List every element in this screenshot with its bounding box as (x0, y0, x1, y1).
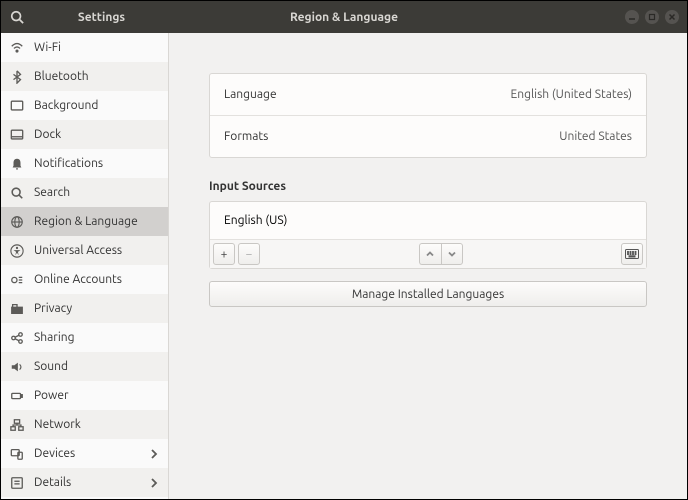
chevron-up-icon (425, 249, 435, 259)
bluetooth-icon (10, 70, 24, 84)
language-label: Language (224, 88, 277, 101)
input-source-label: English (US) (224, 214, 287, 227)
sidebar-item-notifications[interactable]: Notifications (1, 149, 168, 178)
close-button[interactable] (665, 10, 679, 24)
sidebar-item-label: Devices (34, 447, 139, 460)
titlebar: Settings Region & Language (1, 1, 687, 33)
keyboard-icon (625, 249, 639, 259)
manage-languages-button[interactable]: Manage Installed Languages (209, 281, 647, 307)
chevron-right-icon (149, 478, 159, 488)
formats-label: Formats (224, 130, 268, 143)
sidebar-item-label: Background (34, 99, 159, 112)
network-icon (10, 418, 24, 432)
globe-icon (10, 215, 24, 229)
dock-icon (10, 128, 24, 142)
sidebar-item-label: Search (34, 186, 159, 199)
sound-icon (10, 360, 24, 374)
sidebar-item-search[interactable]: Search (1, 178, 168, 207)
sidebar-item-universal-access[interactable]: Universal Access (1, 236, 168, 265)
power-icon (10, 389, 24, 403)
minus-icon: − (246, 248, 253, 261)
sidebar-item-label: Bluetooth (34, 70, 159, 83)
bell-icon (10, 157, 24, 171)
sidebar-item-label: Sound (34, 360, 159, 373)
language-value: English (United States) (511, 88, 632, 101)
chevron-right-icon (149, 449, 159, 459)
sidebar-item-bluetooth[interactable]: Bluetooth (1, 62, 168, 91)
chevron-down-icon (447, 249, 457, 259)
content: Language English (United States) Formats… (169, 33, 687, 499)
sidebar-item-label: Dock (34, 128, 159, 141)
search-icon (10, 186, 24, 200)
main: Wi-Fi Bluetooth Background Dock Notifica… (1, 33, 687, 499)
search-button[interactable] (1, 10, 33, 24)
sidebar-item-online-accounts[interactable]: Online Accounts (1, 265, 168, 294)
reorder-buttons (419, 243, 463, 265)
maximize-button[interactable] (645, 10, 659, 24)
input-source-item[interactable]: English (US) (210, 202, 646, 239)
accessibility-icon (10, 244, 24, 258)
input-sources-list: English (US) + − (209, 201, 647, 269)
sidebar-item-label: Power (34, 389, 159, 402)
settings-title: Settings (34, 11, 169, 24)
details-icon (10, 476, 24, 490)
window-controls (625, 10, 679, 24)
formats-value: United States (559, 130, 632, 143)
plus-icon: + (221, 248, 228, 261)
sidebar-item-label: Privacy (34, 302, 159, 315)
titlebar-left: Settings (1, 10, 169, 24)
sidebar-item-power[interactable]: Power (1, 381, 168, 410)
language-formats-card: Language English (United States) Formats… (209, 73, 647, 158)
sidebar-item-sharing[interactable]: Sharing (1, 323, 168, 352)
share-icon (10, 331, 24, 345)
manage-languages-label: Manage Installed Languages (352, 288, 504, 301)
sidebar-item-label: Wi-Fi (34, 41, 159, 54)
sidebar-item-label: Universal Access (34, 244, 159, 257)
privacy-icon (10, 302, 24, 316)
search-icon (10, 10, 24, 24)
online-accounts-icon (10, 273, 24, 287)
formats-row[interactable]: Formats United States (210, 115, 646, 157)
background-icon (10, 99, 24, 113)
wifi-icon (10, 41, 24, 55)
input-sources-toolbar: + − (210, 239, 646, 268)
sidebar-item-devices[interactable]: Devices (1, 439, 168, 468)
input-sources-heading: Input Sources (209, 180, 647, 193)
devices-icon (10, 447, 24, 461)
sidebar-item-sound[interactable]: Sound (1, 352, 168, 381)
sidebar-item-details[interactable]: Details (1, 468, 168, 497)
sidebar-item-dock[interactable]: Dock (1, 120, 168, 149)
sidebar-item-label: Region & Language (34, 215, 159, 228)
add-input-source-button[interactable]: + (213, 243, 235, 265)
minimize-button[interactable] (625, 10, 639, 24)
keyboard-layout-button[interactable] (621, 243, 643, 265)
move-up-button[interactable] (419, 243, 441, 265)
sidebar-item-label: Notifications (34, 157, 159, 170)
sidebar-item-wifi[interactable]: Wi-Fi (1, 33, 168, 62)
sidebar-item-background[interactable]: Background (1, 91, 168, 120)
sidebar-item-label: Network (34, 418, 159, 431)
sidebar-item-region-language[interactable]: Region & Language (1, 207, 168, 236)
move-down-button[interactable] (441, 243, 463, 265)
sidebar: Wi-Fi Bluetooth Background Dock Notifica… (1, 33, 169, 499)
sidebar-item-label: Online Accounts (34, 273, 159, 286)
sidebar-item-label: Details (34, 476, 139, 489)
sidebar-item-network[interactable]: Network (1, 410, 168, 439)
sidebar-item-label: Sharing (34, 331, 159, 344)
language-row[interactable]: Language English (United States) (210, 74, 646, 115)
sidebar-item-privacy[interactable]: Privacy (1, 294, 168, 323)
remove-input-source-button[interactable]: − (238, 243, 260, 265)
